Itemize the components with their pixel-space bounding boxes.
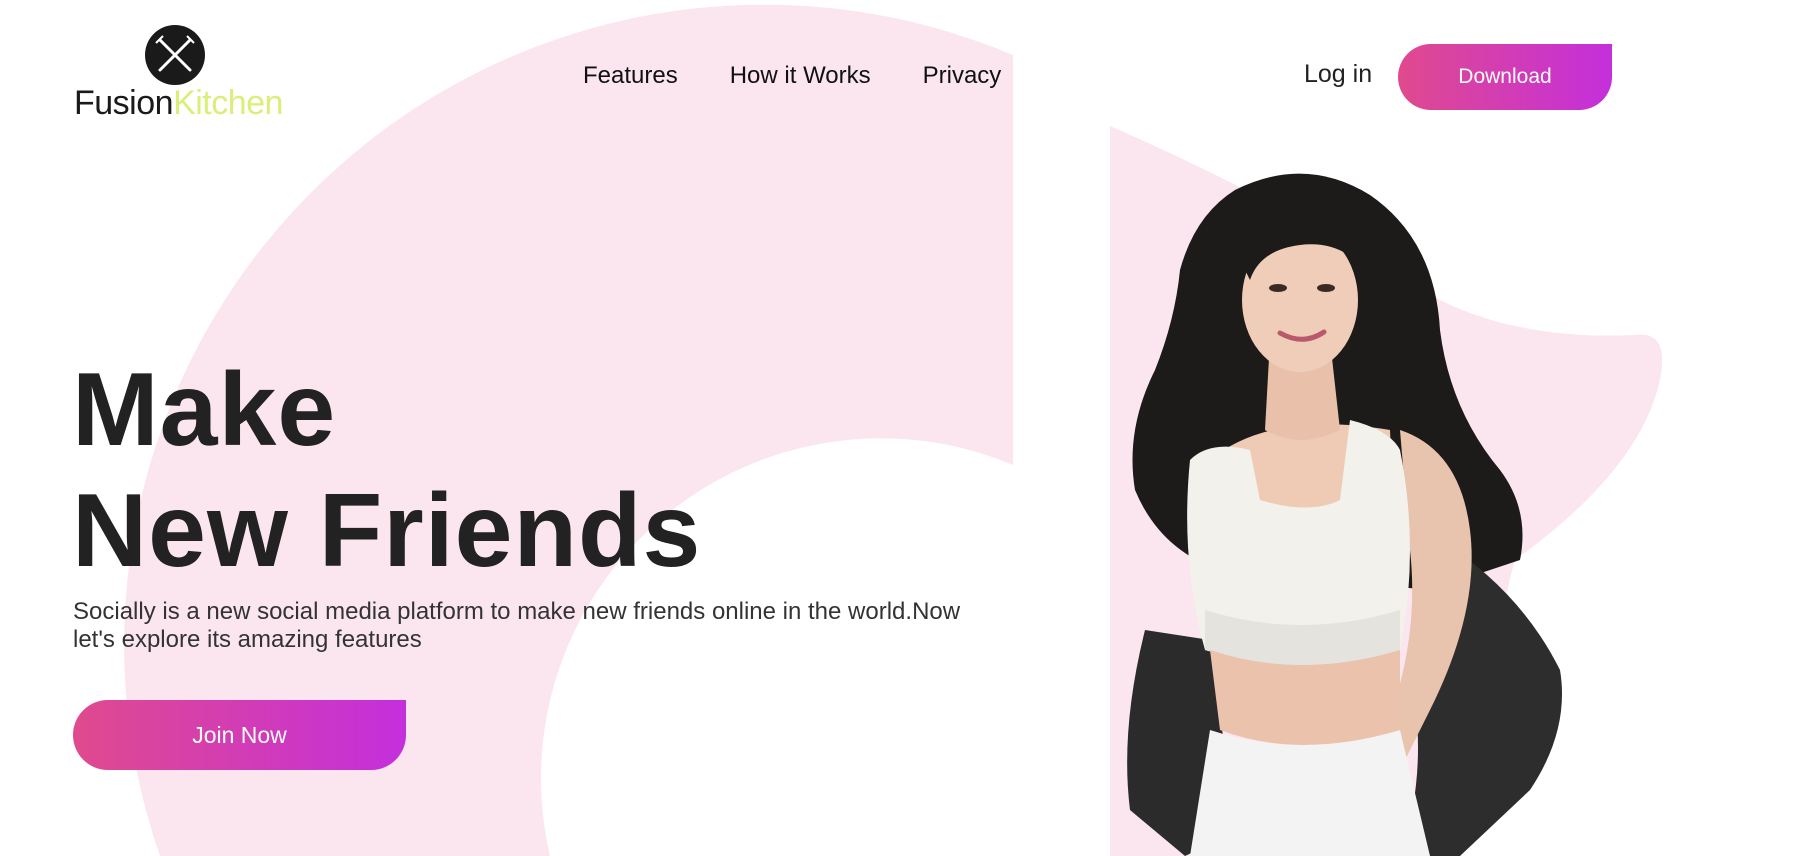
eye-left — [1269, 284, 1287, 292]
hero-description: Socially is a new social media platform … — [73, 598, 961, 653]
headline-line2: New Friends — [72, 473, 702, 589]
headline-line1: Make — [72, 352, 337, 468]
hero-headline: Make New Friends — [72, 350, 701, 592]
login-link[interactable]: Log in — [1304, 60, 1372, 89]
fork-knife-icon — [145, 25, 205, 85]
white-pants — [1190, 730, 1430, 856]
brand-name-part1: Fusion — [74, 84, 174, 122]
brand-name-part2: Kitchen — [173, 84, 283, 122]
download-button[interactable]: Download — [1398, 44, 1612, 110]
brand-name: FusionKitchen — [74, 86, 283, 120]
main-nav: Features How it Works Privacy — [583, 62, 1053, 90]
brand-logo[interactable]: FusionKitchen — [74, 24, 294, 134]
hero-person-image — [1127, 173, 1562, 856]
join-now-button[interactable]: Join Now — [73, 700, 406, 770]
nav-item-features[interactable]: Features — [583, 62, 678, 90]
eye-right — [1317, 284, 1335, 292]
nav-item-privacy[interactable]: Privacy — [923, 62, 1002, 90]
nav-item-how-it-works[interactable]: How it Works — [730, 62, 871, 90]
